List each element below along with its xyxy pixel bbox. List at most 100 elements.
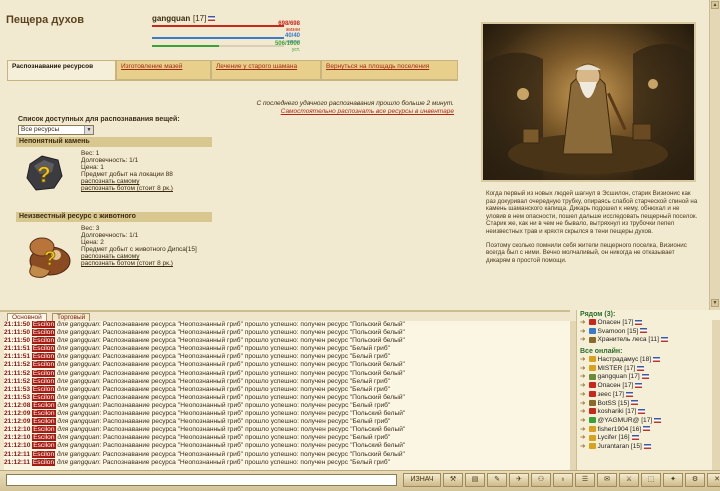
chat-recipient[interactable]: для gangquan	[55, 329, 99, 336]
chat-sender[interactable]: Escilon	[31, 385, 56, 393]
info-flag-icon[interactable]	[641, 374, 649, 380]
private-message-arrow-icon[interactable]: ➔	[580, 382, 586, 389]
online-player[interactable]: ➔ fisher1904 [16]	[577, 426, 720, 435]
chat-sender[interactable]: Escilon	[31, 393, 56, 401]
player-name[interactable]: Опасен	[598, 319, 623, 326]
quest-icon[interactable]: ✎	[487, 473, 507, 487]
online-scrollbar[interactable]	[712, 320, 720, 470]
game-scrollbar[interactable]: ▲ ▼	[709, 0, 720, 310]
chat-recipient[interactable]: для gangquan	[55, 321, 99, 328]
status-button[interactable]: ИЗНАЧ	[403, 473, 441, 487]
chat-time[interactable]: 21:11:52	[4, 370, 32, 377]
chat-time[interactable]: 21:12:09	[4, 410, 32, 417]
private-message-arrow-icon[interactable]: ➔	[580, 434, 586, 441]
resource-filter-select[interactable]: Все ресурсы ▼	[18, 125, 94, 135]
info-flag-icon[interactable]	[625, 391, 633, 397]
chat-sender[interactable]: Escilon	[31, 458, 56, 466]
chat-time[interactable]: 21:12:08	[4, 402, 32, 409]
chat-time[interactable]: 21:12:10	[4, 442, 32, 449]
travel-icon[interactable]: ✈	[509, 473, 529, 487]
player-name[interactable]: Jurantaran	[598, 443, 631, 450]
self-recognize-all-link[interactable]: Самостоятельно распознать все ресурсы в …	[200, 108, 454, 115]
private-message-arrow-icon[interactable]: ➔	[580, 426, 586, 433]
exit-icon[interactable]: ✕	[707, 473, 720, 487]
chat-time[interactable]: 21:11:52	[4, 378, 32, 385]
chat-sender[interactable]: Escilon	[32, 442, 56, 450]
player-name[interactable]: Хранитель леса	[598, 336, 649, 343]
private-message-arrow-icon[interactable]: ➔	[580, 373, 586, 380]
online-player[interactable]: ➔ Опасен [17]	[577, 319, 720, 328]
private-message-arrow-icon[interactable]: ➔	[580, 319, 586, 326]
player-name[interactable]: Lycifer	[598, 434, 619, 441]
tab-1[interactable]: Распознавание ресурсов	[7, 60, 116, 81]
online-player[interactable]: ➔ Настрадамус [18]	[577, 356, 720, 365]
chat-recipient[interactable]: для gangquan	[55, 459, 99, 466]
tab-3[interactable]: Лечение у старого шамана	[211, 60, 321, 80]
player-name[interactable]: MISTER	[598, 365, 625, 372]
chat-sender[interactable]: Escilon	[31, 369, 56, 377]
player-name[interactable]: gangquan	[152, 14, 190, 23]
info-flag-icon[interactable]	[654, 417, 662, 423]
chat-sender[interactable]: Escilon	[31, 321, 56, 328]
tab-4[interactable]: Вернуться на площадь поселения	[321, 60, 458, 80]
private-message-arrow-icon[interactable]: ➔	[580, 365, 586, 372]
chat-sender[interactable]: Escilon	[31, 377, 56, 385]
chat-time[interactable]: 21:11:50	[4, 337, 32, 344]
chat-time[interactable]: 21:11:51	[4, 353, 32, 360]
chat-time[interactable]: 21:11:51	[4, 345, 32, 352]
info-flag-icon[interactable]	[660, 337, 668, 343]
chat-time[interactable]: 21:11:50	[4, 321, 32, 328]
chat-recipient[interactable]: для gangquan	[55, 394, 99, 401]
private-message-arrow-icon[interactable]: ➔	[580, 391, 586, 398]
mail-icon[interactable]: ✉	[597, 473, 617, 487]
chat-recipient[interactable]: для gangquan	[55, 386, 99, 393]
chat-recipient[interactable]: для gangquan	[55, 370, 99, 377]
tab-2[interactable]: Изготовление мазей	[116, 60, 211, 80]
player-name[interactable]: @YAGMUR@	[598, 417, 642, 424]
player-name[interactable]: зеес	[598, 391, 613, 398]
player-name[interactable]: Настрадамус	[598, 356, 641, 363]
chat-time[interactable]: 21:12:10	[4, 426, 32, 433]
scroll-up-icon[interactable]: ▲	[711, 1, 719, 9]
info-flag-icon[interactable]	[631, 400, 639, 406]
private-message-arrow-icon[interactable]: ➔	[580, 356, 586, 363]
recognize-bot-link[interactable]: распознать ботом (стоит 8 рк.)	[81, 185, 231, 192]
online-player[interactable]: ➔ Jurantaran [15]	[577, 443, 720, 452]
info-flag-icon[interactable]	[643, 443, 651, 449]
chat-time[interactable]: 21:12:10	[4, 434, 32, 441]
chat-sender[interactable]: Escilon	[32, 401, 56, 409]
player-name[interactable]: BotSS	[598, 400, 619, 407]
frame-icon[interactable]: ⬚	[641, 473, 661, 487]
info-flag-icon[interactable]	[637, 365, 645, 371]
chat-recipient[interactable]: для gangquan	[55, 345, 99, 352]
chat-recipient[interactable]: для gangquan	[56, 410, 99, 417]
chat-time[interactable]: 21:12:11	[4, 451, 32, 458]
stone-icon[interactable]: ?	[22, 150, 66, 194]
chat-sender[interactable]: Escilon	[31, 337, 56, 345]
chat-time[interactable]: 21:12:09	[4, 418, 32, 425]
private-message-arrow-icon[interactable]: ➔	[580, 417, 586, 424]
magic-icon[interactable]: ✦	[663, 473, 683, 487]
online-player[interactable]: ➔ MISTER [17]	[577, 365, 720, 374]
chat-recipient[interactable]: для gangquan	[55, 353, 99, 360]
chat-recipient[interactable]: для gangquan	[56, 442, 99, 449]
recognize-bot-link[interactable]: распознать ботом (стоит 8 рк.)	[81, 260, 241, 267]
recognize-self-link[interactable]: распознать самому	[81, 253, 241, 260]
craft-icon[interactable]: ⚒	[443, 473, 463, 487]
info-flag-icon[interactable]	[631, 435, 639, 440]
chat-sender[interactable]: Escilon	[32, 426, 56, 434]
chat-recipient[interactable]: для gangquan	[56, 402, 99, 409]
info-flag-icon[interactable]	[635, 319, 643, 325]
clan-icon[interactable]: ⚇	[531, 473, 551, 487]
chat-time[interactable]: 21:11:50	[4, 329, 32, 336]
online-player[interactable]: ➔ BotSS [15]	[577, 400, 720, 409]
recognize-self-link[interactable]: распознать самому	[81, 178, 231, 185]
chat-time[interactable]: 21:12:11	[4, 459, 32, 466]
chat-sender[interactable]: Escilon	[32, 410, 56, 418]
self-recognize-all-text[interactable]: Самостоятельно распознать все ресурсы в …	[281, 108, 454, 115]
private-message-arrow-icon[interactable]: ➔	[580, 443, 586, 450]
online-player[interactable]: ➔ koshariki [17]	[577, 408, 720, 417]
chat-recipient[interactable]: для gangquan	[55, 337, 99, 344]
online-player[interactable]: ➔ Lycifer [16]	[577, 434, 720, 443]
info-flag-icon[interactable]	[640, 328, 648, 334]
